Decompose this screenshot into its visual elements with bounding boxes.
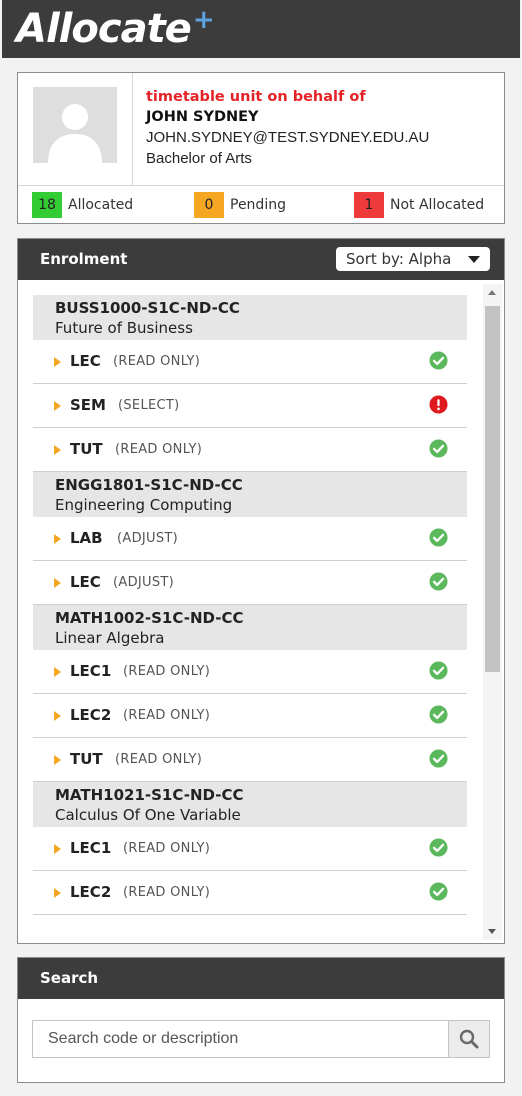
course-name: Future of Business: [55, 319, 193, 337]
caret-down-icon: [468, 256, 480, 263]
enrolment-header: Enrolment Sort by: Alpha: [18, 239, 504, 280]
activity-row[interactable]: LEC (READ ONLY): [33, 340, 467, 384]
search-input[interactable]: [33, 1021, 449, 1057]
allocation-status-row: 18 Allocated 0 Pending 1 Not Allocated: [18, 185, 504, 224]
check-circle-icon: [429, 705, 448, 724]
activity-mode: (ADJUST): [117, 531, 178, 546]
activity-row[interactable]: LEC1 (READ ONLY): [33, 827, 467, 871]
pending-count: 0: [194, 192, 224, 218]
course-code: BUSS1000-S1C-ND-CC: [55, 299, 240, 317]
allocated-label: Allocated: [68, 197, 134, 213]
expand-arrow-icon[interactable]: [54, 667, 61, 677]
scroll-down-arrow-icon[interactable]: [488, 929, 496, 934]
expand-arrow-icon[interactable]: [54, 578, 61, 588]
profile-card: timetable unit on behalf of JOHN SYDNEY …: [17, 72, 505, 224]
course-header: MATH1002-S1C-ND-CC Linear Algebra: [33, 605, 467, 650]
sort-label: Sort by: Alpha: [346, 250, 452, 268]
check-circle-icon: [429, 528, 448, 547]
expand-arrow-icon[interactable]: [54, 711, 61, 721]
activity-row[interactable]: LEC2 (READ ONLY): [33, 871, 467, 915]
course-name: Calculus Of One Variable: [55, 806, 241, 824]
check-circle-icon: [429, 838, 448, 857]
activity-type: LEC2: [70, 706, 112, 724]
not-allocated-stat: 1 Not Allocated: [354, 192, 484, 218]
activity-mode: (READ ONLY): [115, 442, 203, 457]
search-title: Search: [40, 969, 99, 987]
activity-row[interactable]: TUT (READ ONLY): [33, 428, 467, 472]
activity-type: TUT: [70, 440, 103, 458]
student-email: JOHN.SYDNEY@TEST.SYDNEY.EDU.AU: [146, 129, 430, 146]
activity-mode: (ADJUST): [113, 575, 174, 590]
course-list: BUSS1000-S1C-ND-CC Future of Business LEC (…: [33, 295, 467, 935]
app-logo: Allocate+: [16, 5, 215, 52]
check-circle-icon: [429, 351, 448, 370]
search-header: Search: [18, 958, 504, 999]
search-panel: Search: [17, 957, 505, 1083]
course-header: BUSS1000-S1C-ND-CC Future of Business: [33, 295, 467, 340]
app-header: Allocate+: [2, 0, 520, 58]
activity-mode: (READ ONLY): [113, 354, 201, 369]
pending-stat: 0 Pending: [194, 192, 286, 218]
search-box: [32, 1020, 490, 1058]
allocated-stat: 18 Allocated: [32, 192, 133, 218]
expand-arrow-icon[interactable]: [54, 401, 61, 411]
activity-type: LEC: [70, 352, 101, 370]
course-name: Engineering Computing: [55, 496, 233, 514]
activity-mode: (READ ONLY): [123, 885, 211, 900]
activity-row[interactable]: LEC1 (READ ONLY): [33, 650, 467, 694]
course-code: MATH1021-S1C-ND-CC: [55, 786, 244, 804]
expand-arrow-icon[interactable]: [54, 357, 61, 367]
check-circle-icon: [429, 749, 448, 768]
activity-type: TUT: [70, 750, 103, 768]
activity-row[interactable]: TUT (READ ONLY): [33, 738, 467, 782]
activity-mode: (READ ONLY): [123, 708, 211, 723]
scrollbar-thumb[interactable]: [485, 306, 500, 672]
user-silhouette-icon: [33, 87, 117, 163]
not-allocated-count: 1: [354, 192, 384, 218]
student-name: JOHN SYDNEY: [146, 109, 259, 125]
activity-type: LEC1: [70, 839, 112, 857]
activity-type: SEM: [70, 396, 106, 414]
enrolment-title: Enrolment: [40, 250, 128, 268]
activity-mode: (READ ONLY): [115, 752, 203, 767]
check-circle-icon: [429, 572, 448, 591]
expand-arrow-icon[interactable]: [54, 534, 61, 544]
course-header: ENGG1801-S1C-ND-CC Engineering Computing: [33, 472, 467, 517]
activity-mode: (SELECT): [118, 398, 180, 413]
enrolment-panel: Enrolment Sort by: Alpha BUSS1000-S1C-ND…: [17, 238, 505, 944]
course-code: MATH1002-S1C-ND-CC: [55, 609, 244, 627]
student-degree: Bachelor of Arts: [146, 150, 252, 167]
scroll-up-arrow-icon[interactable]: [488, 290, 496, 295]
scrollbar[interactable]: [483, 284, 502, 940]
check-circle-icon: [429, 661, 448, 680]
error-circle-icon: [429, 395, 448, 414]
activity-row[interactable]: LEC (ADJUST): [33, 561, 467, 605]
allocated-count: 18: [32, 192, 62, 218]
expand-arrow-icon[interactable]: [54, 844, 61, 854]
course-code: ENGG1801-S1C-ND-CC: [55, 476, 243, 494]
activity-type: LEC2: [70, 883, 112, 901]
course-header: MATH1021-S1C-ND-CC Calculus Of One Variab…: [33, 782, 467, 827]
search-button[interactable]: [448, 1021, 489, 1057]
on-behalf-label: timetable unit on behalf of: [146, 89, 366, 105]
check-circle-icon: [429, 439, 448, 458]
activity-mode: (READ ONLY): [123, 841, 211, 856]
pending-label: Pending: [230, 197, 286, 213]
activity-type: LEC: [70, 573, 101, 591]
activity-type: LAB: [70, 529, 103, 547]
not-allocated-label: Not Allocated: [390, 197, 485, 213]
magnifier-icon: [459, 1029, 479, 1049]
check-circle-icon: [429, 882, 448, 901]
course-name: Linear Algebra: [55, 629, 165, 647]
expand-arrow-icon[interactable]: [54, 755, 61, 765]
activity-mode: (READ ONLY): [123, 664, 211, 679]
expand-arrow-icon[interactable]: [54, 888, 61, 898]
activity-row[interactable]: SEM (SELECT): [33, 384, 467, 428]
sort-dropdown[interactable]: Sort by: Alpha: [336, 247, 490, 271]
activity-type: LEC1: [70, 662, 112, 680]
expand-arrow-icon[interactable]: [54, 445, 61, 455]
activity-row[interactable]: LAB (ADJUST): [33, 517, 467, 561]
activity-row[interactable]: LEC2 (READ ONLY): [33, 694, 467, 738]
